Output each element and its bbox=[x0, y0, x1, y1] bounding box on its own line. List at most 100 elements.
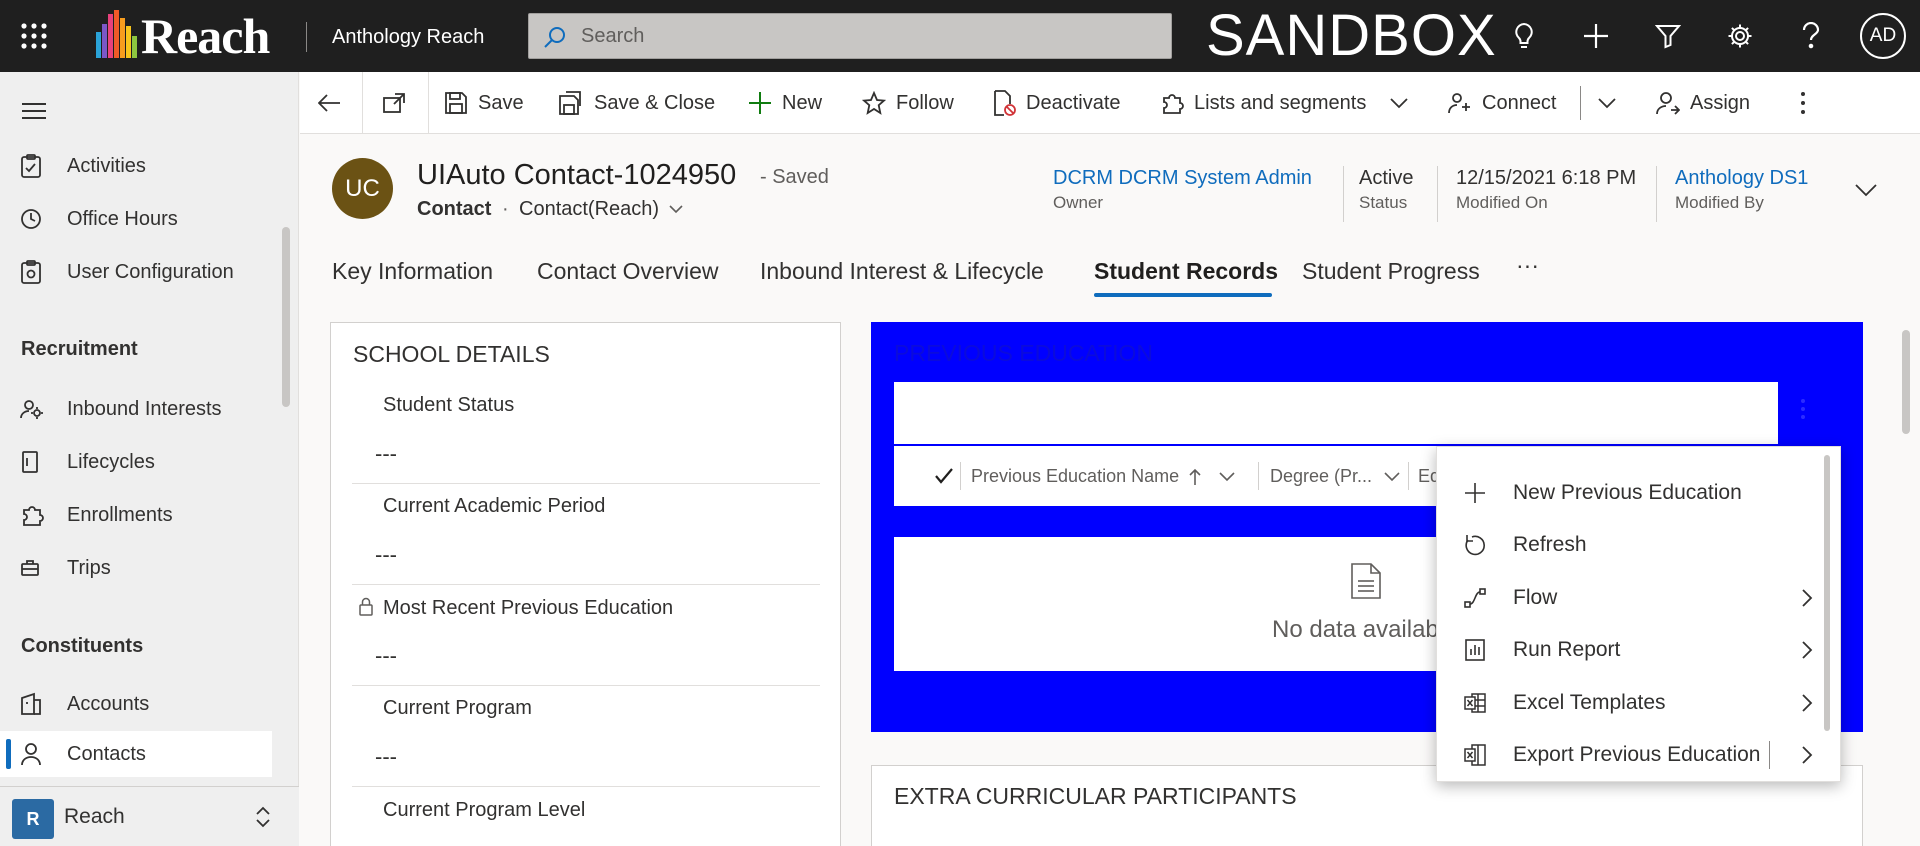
filter-icon[interactable] bbox=[1650, 18, 1686, 54]
sidebar-item-lifecycles[interactable]: Lifecycles bbox=[0, 439, 272, 485]
people-gear-icon bbox=[20, 398, 50, 420]
header-expand-chevron-icon[interactable] bbox=[1855, 183, 1877, 202]
record-avatar: UC bbox=[332, 158, 393, 219]
area-name: Reach bbox=[64, 805, 125, 828]
tab-more-overflow[interactable]: ··· bbox=[1516, 252, 1539, 279]
menu-scrollbar[interactable] bbox=[1824, 455, 1830, 731]
follow-button[interactable]: Follow bbox=[862, 72, 954, 134]
sidebar-item-office-hours[interactable]: Office Hours bbox=[0, 196, 272, 242]
plus-icon bbox=[749, 92, 771, 114]
field-divider bbox=[352, 584, 820, 585]
excel-export-icon bbox=[1463, 743, 1487, 767]
clipboard-gear-icon bbox=[20, 260, 50, 284]
cmd-separator bbox=[362, 72, 363, 134]
owner-link[interactable]: DCRM DCRM System Admin bbox=[1053, 165, 1312, 191]
puzzle-icon bbox=[1163, 94, 1184, 114]
sidebar-scrollbar[interactable] bbox=[282, 227, 290, 407]
sidebar-item-inbound-interests[interactable]: Inbound Interests bbox=[0, 386, 272, 432]
column-header-previous-education-name[interactable]: Previous Education Name bbox=[971, 466, 1235, 487]
header-separator bbox=[1437, 166, 1438, 222]
sidebar-item-accounts[interactable]: Accounts bbox=[0, 681, 272, 727]
brand-logo-text: Reach bbox=[141, 8, 270, 64]
tab-student-records[interactable]: Student Records bbox=[1094, 258, 1278, 285]
plus-icon bbox=[1463, 481, 1487, 505]
sidebar-item-activities[interactable]: Activities bbox=[0, 143, 272, 189]
field-label-current-academic-period: Current Academic Period bbox=[383, 495, 606, 517]
building-icon bbox=[20, 692, 50, 716]
previous-education-title: PREVIOUS EDUCATION bbox=[894, 340, 1153, 366]
save-button[interactable]: Save bbox=[444, 72, 524, 134]
back-button[interactable] bbox=[318, 72, 352, 134]
chevron-down-icon bbox=[1219, 471, 1235, 481]
open-in-new-window-icon bbox=[383, 93, 405, 113]
tab-key-information[interactable]: Key Information bbox=[332, 258, 493, 285]
sidebar: Activities Office Hours User Configurati… bbox=[0, 72, 299, 846]
column-header-degree[interactable]: Degree (Pr... bbox=[1270, 466, 1400, 487]
puzzle-icon bbox=[20, 503, 50, 527]
deactivate-button[interactable]: Deactivate bbox=[992, 72, 1121, 134]
menu-item-refresh[interactable]: Refresh bbox=[1437, 519, 1827, 571]
excel-icon bbox=[1463, 691, 1487, 715]
lock-icon bbox=[358, 596, 374, 621]
header-modified-by: Anthology DS1 Modified By bbox=[1675, 165, 1809, 212]
form-selector[interactable]: Contact(Reach) bbox=[519, 198, 683, 221]
star-icon bbox=[862, 91, 886, 115]
suitcase-icon bbox=[20, 559, 50, 577]
app-launcher-icon[interactable] bbox=[20, 22, 48, 50]
field-label-current-program: Current Program bbox=[383, 697, 532, 719]
lists-dropdown-button[interactable] bbox=[1390, 72, 1418, 134]
subgrid-more-commands-icon[interactable] bbox=[1800, 398, 1806, 425]
user-avatar[interactable]: AD bbox=[1860, 13, 1906, 59]
field-value-current-academic-period[interactable]: --- bbox=[375, 542, 397, 568]
app-name[interactable]: Anthology Reach bbox=[332, 24, 484, 50]
chevron-right-icon[interactable] bbox=[1801, 745, 1813, 771]
area-switcher[interactable]: R Reach bbox=[0, 786, 299, 846]
help-icon[interactable] bbox=[1793, 18, 1829, 54]
select-all-checkmark-icon[interactable] bbox=[935, 468, 953, 489]
field-divider bbox=[352, 685, 820, 686]
main-scrollbar[interactable] bbox=[1902, 330, 1910, 434]
assign-button[interactable]: Assign bbox=[1656, 72, 1750, 134]
save-close-icon bbox=[559, 91, 581, 115]
nav-group-constituents: Constituents bbox=[21, 635, 144, 657]
arrow-left-icon bbox=[318, 94, 340, 112]
menu-item-run-report[interactable]: Run Report bbox=[1437, 624, 1827, 676]
search-box[interactable] bbox=[528, 13, 1172, 59]
no-data-text: No data available bbox=[1272, 616, 1436, 643]
menu-item-export-previous-education[interactable]: Export Previous Education bbox=[1437, 729, 1827, 781]
field-value-current-program[interactable]: --- bbox=[375, 744, 397, 770]
sidebar-item-trips[interactable]: Trips bbox=[0, 545, 272, 591]
connect-icon bbox=[1448, 93, 1470, 114]
gear-icon[interactable] bbox=[1722, 18, 1758, 54]
menu-item-flow[interactable]: Flow bbox=[1437, 572, 1827, 624]
sidebar-item-enrollments[interactable]: Enrollments bbox=[0, 492, 272, 538]
tab-student-progress[interactable]: Student Progress bbox=[1302, 258, 1480, 285]
tab-contact-overview[interactable]: Contact Overview bbox=[537, 258, 719, 285]
environment-label: SANDBOX bbox=[1206, 3, 1497, 68]
new-button[interactable]: New bbox=[748, 72, 822, 134]
field-value-student-status[interactable]: --- bbox=[375, 441, 397, 467]
modified-by-link[interactable]: Anthology DS1 bbox=[1675, 165, 1808, 191]
plus-icon[interactable] bbox=[1578, 18, 1614, 54]
hamburger-menu-icon[interactable] bbox=[22, 102, 46, 125]
lists-and-segments-button[interactable]: Lists and segments bbox=[1160, 72, 1366, 134]
menu-item-excel-templates[interactable]: Excel Templates bbox=[1437, 677, 1827, 729]
field-divider bbox=[352, 786, 820, 787]
connect-button[interactable]: Connect bbox=[1448, 72, 1557, 134]
chevron-down-icon bbox=[1598, 98, 1616, 109]
flow-icon bbox=[1463, 586, 1487, 610]
command-bar: Save Save & Close New Follow Deactivate … bbox=[300, 72, 1920, 134]
save-close-button[interactable]: Save & Close bbox=[558, 72, 715, 134]
refresh-icon bbox=[1463, 533, 1487, 557]
connect-dropdown-button[interactable] bbox=[1598, 72, 1626, 134]
header-separator bbox=[1656, 166, 1657, 222]
open-new-window-button[interactable] bbox=[382, 72, 416, 134]
tab-inbound-interest-lifecycle[interactable]: Inbound Interest & Lifecycle bbox=[760, 258, 1044, 285]
search-input[interactable] bbox=[579, 22, 1139, 50]
save-icon bbox=[445, 92, 467, 114]
menu-item-new-previous-education[interactable]: New Previous Education bbox=[1437, 467, 1827, 519]
sidebar-item-user-configuration[interactable]: User Configuration bbox=[0, 249, 272, 295]
more-commands-icon[interactable] bbox=[1800, 72, 1816, 134]
sidebar-item-contacts[interactable]: Contacts bbox=[0, 731, 272, 777]
lightbulb-icon[interactable] bbox=[1506, 18, 1542, 54]
